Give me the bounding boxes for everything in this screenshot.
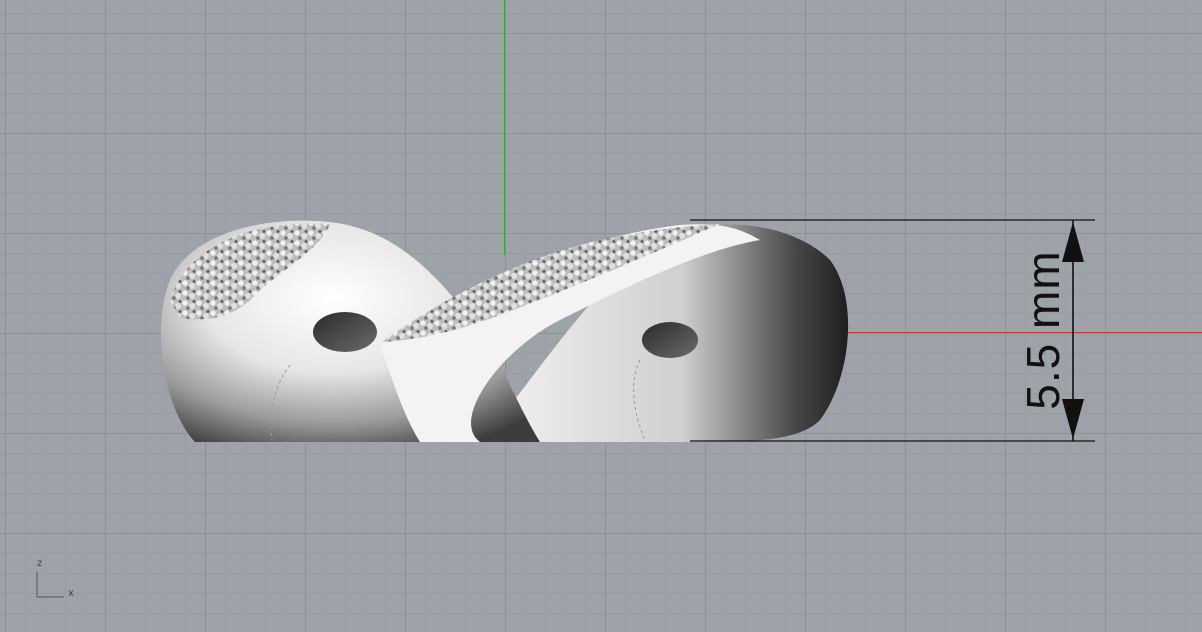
viewport-front[interactable]: 5.5 mm z x <box>0 0 1202 632</box>
dimension-label: 5.5 mm <box>1017 250 1069 410</box>
ring-right-hole <box>642 322 698 358</box>
ring-left-hole <box>313 312 377 352</box>
gizmo-z-label: z <box>37 558 43 569</box>
axis-gizmo: z x <box>30 556 90 606</box>
gizmo-x-label: x <box>68 588 74 599</box>
